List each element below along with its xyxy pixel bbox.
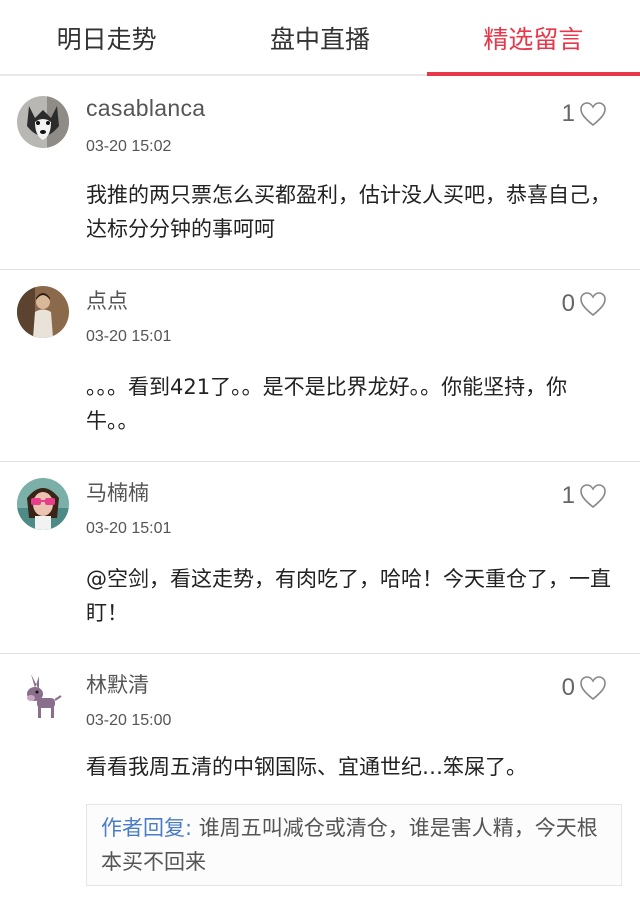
comment-item: casablanca 03-20 15:02 1 我推的两只票怎么买都盈利，估计… <box>0 78 640 270</box>
heart-icon <box>580 292 606 317</box>
tab-tomorrow-trend[interactable]: 明日走势 <box>0 0 213 74</box>
comment-time: 03-20 15:00 <box>86 712 172 729</box>
comment-text: 。。。看到421了。。是不是比界龙好。。你能坚持，你牛。。 <box>86 375 568 433</box>
woman-glasses-avatar[interactable] <box>17 478 69 530</box>
comment-username[interactable]: casablanca <box>86 95 205 122</box>
comment-time: 03-20 15:02 <box>86 138 172 155</box>
author-reply-box: 作者回复: 谁周五叫减仓或清仓，谁是害人精，今天根本买不回来 <box>86 804 622 886</box>
tab-featured-comments[interactable]: 精选留言 <box>426 0 640 76</box>
comment-item: 林默清 03-20 15:00 0 看看我周五清的中钢国际、宜通世纪…笨屎了。 … <box>0 654 640 910</box>
comment-username[interactable]: 马楠楠 <box>86 477 149 507</box>
like-button[interactable]: 1 <box>562 100 607 128</box>
like-button[interactable]: 1 <box>562 482 607 510</box>
comment-item: 点点 03-20 15:01 0 。。。看到421了。。是不是比界龙好。。你能坚… <box>0 270 640 462</box>
comment-username[interactable]: 点点 <box>86 285 128 315</box>
heart-icon <box>580 102 606 127</box>
comment-list: casablanca 03-20 15:02 1 我推的两只票怎么买都盈利，估计… <box>0 78 640 910</box>
comment-text: @空剑，看这走势，有肉吃了，哈哈！今天重仓了，一直盯！ <box>86 567 611 625</box>
comment-text: 看看我周五清的中钢国际、宜通世纪…笨屎了。 <box>86 755 527 779</box>
donkey-cartoon-avatar[interactable] <box>17 670 69 722</box>
like-count: 0 <box>561 674 575 701</box>
comment-time: 03-20 15:01 <box>86 520 172 537</box>
author-reply-label: 作者回复: <box>101 816 193 840</box>
comment-time: 03-20 15:01 <box>86 328 172 345</box>
tab-intraday-live[interactable]: 盘中直播 <box>213 0 426 74</box>
heart-icon <box>580 484 606 509</box>
like-count: 1 <box>561 100 575 127</box>
comment-text: 我推的两只票怎么买都盈利，估计没人买吧，恭喜自己，达标分分钟的事呵呵 <box>86 183 611 241</box>
like-count: 0 <box>561 290 575 317</box>
comment-username[interactable]: 林默清 <box>86 669 149 699</box>
tab-bar: 明日走势 盘中直播 精选留言 <box>0 0 640 76</box>
comment-item: 马楠楠 03-20 15:01 1 @空剑，看这走势，有肉吃了，哈哈！今天重仓了… <box>0 462 640 654</box>
like-button[interactable]: 0 <box>562 290 607 318</box>
husky-dog-avatar[interactable] <box>17 96 69 148</box>
like-count: 1 <box>561 482 575 509</box>
heart-icon <box>580 676 606 701</box>
person-photo-avatar[interactable] <box>17 286 69 338</box>
like-button[interactable]: 0 <box>562 674 607 702</box>
